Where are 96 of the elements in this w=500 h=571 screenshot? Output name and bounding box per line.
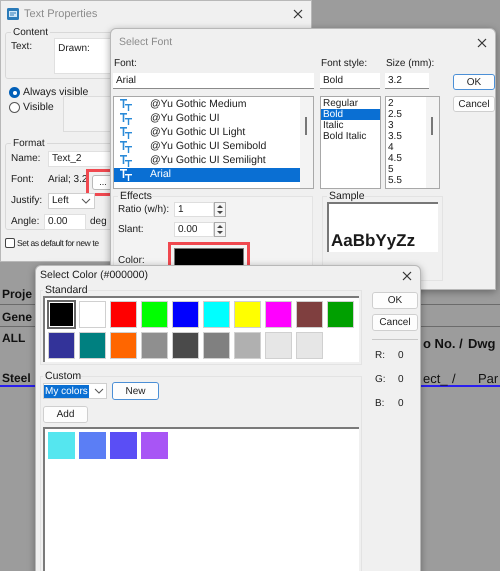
- checkbox[interactable]: [5, 238, 15, 248]
- ok-button[interactable]: OK: [372, 292, 418, 309]
- close-icon[interactable]: [402, 270, 412, 280]
- drawing-text: ect_: [423, 370, 448, 388]
- list-item[interactable]: 5: [386, 164, 426, 175]
- field-label: G:: [375, 373, 387, 386]
- cancel-button[interactable]: Cancel: [372, 314, 418, 331]
- checkbox-label: Set as default for new te: [17, 237, 99, 250]
- field-label: Font:: [11, 173, 35, 187]
- field-label: Slant:: [118, 223, 145, 237]
- font-icon: [120, 141, 132, 153]
- drawing-text: o No. /: [423, 335, 463, 353]
- font-icon: [120, 99, 132, 111]
- field-label: Color:: [118, 254, 146, 268]
- color-swatch[interactable]: [79, 432, 106, 459]
- list-item[interactable]: 4.5: [386, 153, 426, 164]
- palette-dropdown[interactable]: My colors: [43, 383, 107, 399]
- list-item[interactable]: Arial: [114, 168, 300, 182]
- drawing-text: Steel: [2, 370, 31, 387]
- value-text: 0: [398, 349, 404, 362]
- window-title: Text Properties: [24, 6, 98, 22]
- field-label: Angle:: [11, 215, 40, 229]
- list-item[interactable]: @Yu Gothic UI: [114, 112, 300, 126]
- spinner-icon[interactable]: [214, 202, 226, 217]
- window-icon: [7, 8, 19, 20]
- chevron-icon: [81, 196, 91, 204]
- font-icon: [120, 155, 132, 167]
- input-field[interactable]: Arial: [113, 73, 314, 89]
- number-field[interactable]: 0.00: [174, 222, 214, 237]
- field-label: Justify:: [11, 194, 44, 208]
- font-icon: [120, 113, 132, 125]
- add-button[interactable]: Add: [43, 406, 88, 423]
- color-swatch[interactable]: [48, 432, 75, 459]
- chevron-icon: [94, 387, 104, 395]
- radio-label: Visible: [23, 102, 54, 113]
- scrollbar[interactable]: [300, 97, 313, 188]
- group-label: Custom: [44, 371, 82, 382]
- cancel-button[interactable]: Cancel: [453, 96, 495, 112]
- input-field[interactable]: Bold: [320, 73, 380, 89]
- list-box[interactable]: Regular Bold Italic Bold Italic: [320, 96, 381, 189]
- radio-label: Always visible: [23, 87, 88, 98]
- list-item[interactable]: Bold: [321, 109, 380, 120]
- ok-button[interactable]: OK: [453, 74, 495, 90]
- angle-field[interactable]: 0.00: [44, 214, 86, 230]
- window-title: Select Font: [119, 35, 172, 50]
- field-label: Ratio (w/h):: [118, 203, 170, 217]
- field-label: Name:: [11, 152, 42, 166]
- close-icon[interactable]: [293, 9, 303, 19]
- list-item[interactable]: 2.5: [386, 109, 426, 120]
- input-field[interactable]: 3.2: [385, 73, 429, 89]
- field-label: Font style:: [320, 57, 368, 71]
- drawing-text: /: [452, 370, 456, 388]
- list-box[interactable]: @Yu Gothic Medium @Yu Gothic UI @Yu Gothic UI Light @Yu Gothic UI Semibold @Yu Gothic UI Semilight Arial: [113, 96, 314, 189]
- unit-label: deg: [90, 215, 107, 229]
- list-box[interactable]: 2 2.5 3 3.5 4 4.5 5 5.5: [385, 96, 440, 189]
- radio-button[interactable]: [9, 87, 20, 98]
- font-icon: [120, 169, 132, 181]
- sample-text: AaBbYyZz: [331, 232, 416, 250]
- number-field[interactable]: 1: [174, 202, 214, 217]
- drawing-text: Par: [478, 370, 498, 388]
- close-icon[interactable]: [477, 38, 487, 48]
- field-label: B:: [375, 397, 386, 410]
- list-item[interactable]: 3: [386, 120, 426, 131]
- group-label: Format: [12, 138, 46, 149]
- window-title: Select Color (#000000): [40, 268, 148, 283]
- group-label: Sample: [328, 191, 365, 202]
- drawing-text: Dwg: [468, 335, 496, 353]
- field-label: Size (mm):: [385, 57, 436, 71]
- new-button[interactable]: New: [112, 382, 159, 400]
- drawing-text: Gene: [2, 309, 32, 326]
- drawing-text: ALL: [2, 330, 26, 347]
- drawing-text: Proje: [2, 286, 32, 303]
- list-item[interactable]: 4: [386, 142, 426, 153]
- color-swatch[interactable]: [141, 432, 168, 459]
- field-label: Text:: [11, 40, 32, 54]
- group-label: Content: [12, 27, 50, 38]
- radio-button[interactable]: [9, 102, 20, 113]
- list-item[interactable]: @Yu Gothic Medium: [114, 98, 300, 112]
- field-label: R:: [375, 349, 386, 362]
- color-swatch[interactable]: [110, 432, 137, 459]
- field-label: Font:: [113, 57, 138, 71]
- value-text: 0: [398, 397, 404, 410]
- group-label: Standard: [44, 285, 88, 296]
- list-item[interactable]: 3.5: [386, 131, 426, 142]
- list-item[interactable]: @Yu Gothic UI Light: [114, 126, 300, 140]
- list-item[interactable]: Bold Italic: [321, 131, 380, 142]
- group-label: Effects: [119, 191, 152, 202]
- justify-dropdown[interactable]: Left: [48, 192, 95, 208]
- spinner-icon[interactable]: [214, 222, 226, 237]
- scrollbar[interactable]: [426, 97, 439, 188]
- list-item[interactable]: 2: [386, 98, 426, 109]
- value-text: 0: [398, 373, 404, 386]
- list-item[interactable]: Italic: [321, 120, 380, 131]
- list-item[interactable]: Regular: [321, 98, 380, 109]
- list-item[interactable]: 5.5: [386, 175, 426, 186]
- font-icon: [120, 127, 132, 139]
